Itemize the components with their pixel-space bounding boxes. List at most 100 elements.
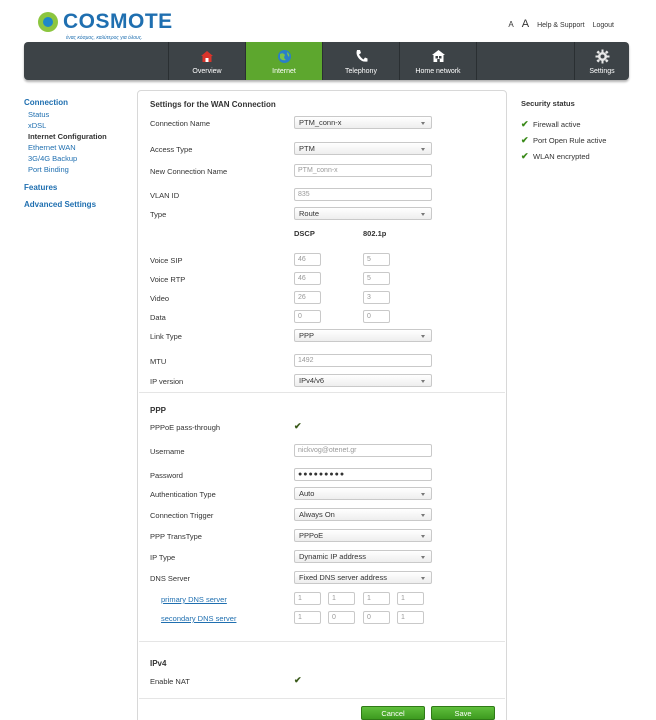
dns-server-label: DNS Server bbox=[150, 574, 191, 583]
voice-rtp-label: Voice RTP bbox=[150, 275, 186, 284]
sidebar-advanced-settings[interactable]: Advanced Settings bbox=[24, 200, 134, 209]
sidebar-item-port-binding[interactable]: Port Binding bbox=[24, 164, 134, 175]
access-type-label: Access Type bbox=[150, 145, 193, 154]
voice-sip-8021p-input[interactable]: 5 bbox=[363, 253, 390, 266]
left-sidebar: Connection Status xDSL Internet Configur… bbox=[24, 98, 134, 211]
wan-settings-panel: Settings for the WAN Connection Connecti… bbox=[137, 90, 507, 720]
main-nav: Overview Internet Telephony Home network… bbox=[24, 42, 629, 80]
connection-trigger-label: Connection Trigger bbox=[150, 511, 214, 520]
security-status-panel: Security status ✔ Firewall active ✔ Port… bbox=[521, 99, 641, 164]
connection-name-label: Connection Name bbox=[150, 119, 211, 128]
connection-name-select[interactable]: PTM_conn-x bbox=[294, 116, 432, 129]
sidebar-features[interactable]: Features bbox=[24, 183, 134, 192]
primary-dns-octet-2[interactable]: 1 bbox=[328, 592, 355, 605]
sidebar-item-status[interactable]: Status bbox=[24, 109, 134, 120]
access-type-select[interactable]: PTM bbox=[294, 142, 432, 155]
security-status-title: Security status bbox=[521, 99, 575, 108]
secondary-dns-octet-4[interactable]: 1 bbox=[397, 611, 424, 624]
pppoe-passthrough-label: PPPoE pass-through bbox=[150, 423, 221, 432]
ipv4-section-title: IPv4 bbox=[150, 659, 167, 668]
auth-type-select[interactable]: Auto bbox=[294, 487, 432, 500]
cancel-button[interactable]: Cancel bbox=[361, 706, 425, 720]
nav-item-overview[interactable]: Overview bbox=[169, 42, 246, 80]
video-dscp-input[interactable]: 26 bbox=[294, 291, 321, 304]
logout-link[interactable]: Logout bbox=[593, 22, 614, 29]
security-item-label: WLAN encrypted bbox=[533, 151, 590, 161]
check-icon: ✔ bbox=[521, 134, 529, 145]
type-label: Type bbox=[150, 210, 167, 219]
nav-item-telephony[interactable]: Telephony bbox=[323, 42, 400, 80]
cosmote-logo[interactable]: COSMOTE bbox=[38, 10, 173, 33]
mtu-input[interactable]: 1492 bbox=[294, 354, 432, 367]
dns-server-select[interactable]: Fixed DNS server address bbox=[294, 571, 432, 584]
logo-mark-icon bbox=[38, 12, 58, 32]
brand-tagline: ένας κόσμος, καλύτερος για όλους. bbox=[66, 35, 143, 41]
new-connection-name-input[interactable]: PTM_conn-x bbox=[294, 164, 432, 177]
panel-title: Settings for the WAN Connection bbox=[150, 100, 276, 109]
secondary-dns-label: secondary DNS server bbox=[161, 614, 237, 623]
new-connection-name-label: New Connection Name bbox=[150, 167, 228, 176]
brand-name: COSMOTE bbox=[63, 10, 173, 33]
primary-dns-octet-1[interactable]: 1 bbox=[294, 592, 321, 605]
voice-rtp-8021p-input[interactable]: 5 bbox=[363, 272, 390, 285]
ppp-transtype-select[interactable]: PPPoE bbox=[294, 529, 432, 542]
data-dscp-input[interactable]: 0 bbox=[294, 310, 321, 323]
section-divider bbox=[139, 641, 505, 642]
sidebar-connection[interactable]: Connection bbox=[24, 98, 134, 107]
pppoe-passthrough-checkbox[interactable]: ✔ bbox=[294, 422, 303, 431]
vlan-id-input[interactable]: 835 bbox=[294, 188, 432, 201]
security-item-port-open-rule: ✔ Port Open Rule active bbox=[521, 132, 641, 148]
type-select[interactable]: Route bbox=[294, 207, 432, 220]
video-8021p-input[interactable]: 3 bbox=[363, 291, 390, 304]
nav-item-home-network[interactable]: Home network bbox=[400, 42, 477, 80]
ip-type-select[interactable]: Dynamic IP address bbox=[294, 550, 432, 563]
sidebar-item-3g4g-backup[interactable]: 3G/4G Backup bbox=[24, 153, 134, 164]
secondary-dns-octet-1[interactable]: 1 bbox=[294, 611, 321, 624]
secondary-dns-octet-2[interactable]: 0 bbox=[328, 611, 355, 624]
voice-sip-dscp-input[interactable]: 46 bbox=[294, 253, 321, 266]
font-size-small-button[interactable]: A bbox=[508, 20, 513, 29]
username-input[interactable]: nickvog@otenet.gr bbox=[294, 444, 432, 457]
nav-spacer bbox=[24, 42, 169, 80]
section-divider bbox=[139, 698, 505, 699]
data-8021p-input[interactable]: 0 bbox=[363, 310, 390, 323]
primary-dns-label: primary DNS server bbox=[161, 595, 227, 604]
p8021-header: 802.1p bbox=[363, 229, 387, 238]
voice-rtp-dscp-input[interactable]: 46 bbox=[294, 272, 321, 285]
auth-type-label: Authentication Type bbox=[150, 490, 216, 499]
ip-version-select[interactable]: IPv4/v6 bbox=[294, 374, 432, 387]
voice-sip-label: Voice SIP bbox=[150, 256, 183, 265]
ppp-transtype-label: PPP TransType bbox=[150, 532, 202, 541]
password-label: Password bbox=[150, 471, 183, 480]
enable-nat-checkbox[interactable]: ✔ bbox=[294, 676, 303, 685]
section-divider bbox=[139, 392, 505, 393]
security-item-label: Firewall active bbox=[533, 119, 581, 129]
security-item-firewall: ✔ Firewall active bbox=[521, 116, 641, 132]
help-support-link[interactable]: Help & Support bbox=[537, 22, 584, 29]
check-icon: ✔ bbox=[521, 118, 529, 129]
save-button[interactable]: Save bbox=[431, 706, 495, 720]
enable-nat-label: Enable NAT bbox=[150, 677, 190, 686]
mtu-label: MTU bbox=[150, 357, 167, 366]
top-links: A A Help & Support Logout bbox=[508, 18, 614, 30]
security-item-label: Port Open Rule active bbox=[533, 135, 607, 145]
primary-dns-octet-4[interactable]: 1 bbox=[397, 592, 424, 605]
secondary-dns-octet-3[interactable]: 0 bbox=[363, 611, 390, 624]
sidebar-item-xdsl[interactable]: xDSL bbox=[24, 120, 134, 131]
dscp-header: DSCP bbox=[294, 229, 315, 238]
nav-label-overview: Overview bbox=[192, 68, 222, 75]
house-icon bbox=[200, 48, 214, 64]
nav-label-internet: Internet bbox=[272, 68, 296, 75]
nav-item-settings[interactable]: Settings bbox=[575, 42, 629, 80]
nav-item-internet[interactable]: Internet bbox=[246, 42, 323, 80]
link-type-select[interactable]: PPP bbox=[294, 329, 432, 342]
primary-dns-octet-3[interactable]: 1 bbox=[363, 592, 390, 605]
sidebar-item-internet-configuration[interactable]: Internet Configuration bbox=[24, 131, 134, 142]
password-input[interactable]: ●●●●●●●●● bbox=[294, 468, 432, 481]
font-size-large-button[interactable]: A bbox=[522, 18, 529, 30]
connection-trigger-select[interactable]: Always On bbox=[294, 508, 432, 521]
home-network-icon bbox=[431, 48, 446, 64]
nav-gap bbox=[477, 42, 575, 80]
gear-icon bbox=[595, 48, 610, 64]
sidebar-item-ethernet-wan[interactable]: Ethernet WAN bbox=[24, 142, 134, 153]
